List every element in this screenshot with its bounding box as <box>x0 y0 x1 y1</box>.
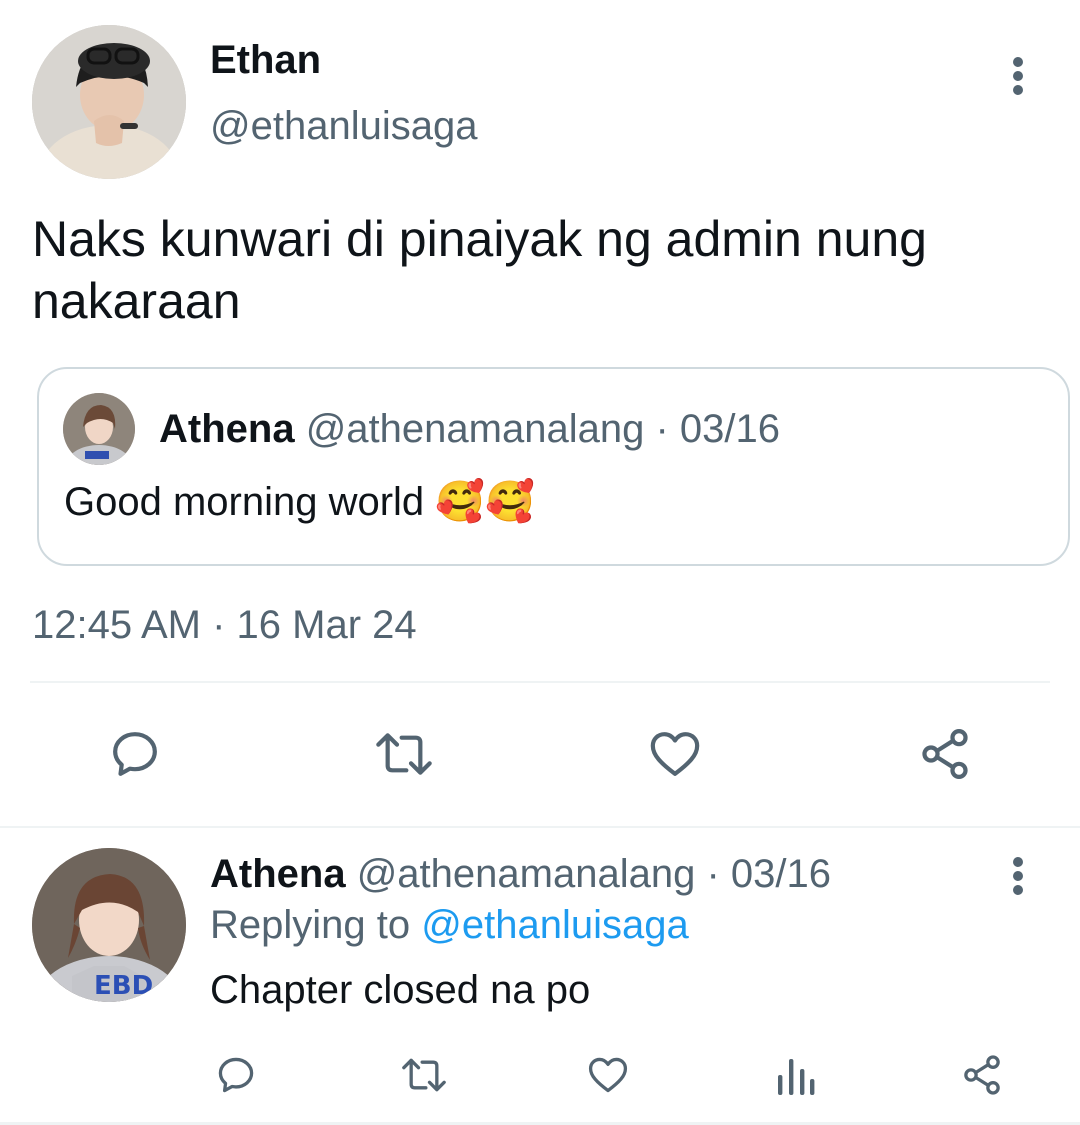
quoted-date: · 03/16 <box>655 407 780 451</box>
divider <box>0 826 1080 828</box>
author-avatar[interactable] <box>32 25 186 179</box>
analytics-icon <box>778 1059 815 1095</box>
reply-icon <box>113 732 157 776</box>
share-button[interactable] <box>912 724 978 784</box>
like-icon <box>650 732 700 776</box>
reply-author-handle[interactable]: @athenamanalang <box>357 852 696 896</box>
reply-date: · 03/16 <box>706 852 831 896</box>
retweet-icon <box>402 1058 446 1092</box>
share-icon <box>964 1055 1000 1095</box>
quoted-author-name: Athena <box>159 407 295 451</box>
reply-icon <box>218 1057 254 1093</box>
reply-more-options-button[interactable] <box>996 852 1040 900</box>
reply-button[interactable] <box>100 724 170 784</box>
author-name[interactable]: Ethan <box>210 38 321 83</box>
share-icon <box>922 729 968 779</box>
reply-share-button[interactable] <box>956 1050 1008 1100</box>
quoted-author-handle: @athenamanalang <box>305 407 645 451</box>
reply-author-avatar[interactable]: EBD <box>32 848 186 1002</box>
quoted-tweet-card[interactable] <box>37 367 1070 566</box>
quoted-avatar <box>63 393 135 465</box>
retweet-button[interactable] <box>368 724 440 784</box>
tweet-timestamp: 12:45 AM · 16 Mar 24 <box>32 603 417 647</box>
like-button[interactable] <box>642 724 708 784</box>
replying-to-line: Replying to @ethanluisaga <box>210 903 689 948</box>
reply-text: Chapter closed na po <box>210 968 591 1012</box>
more-options-button[interactable] <box>996 52 1040 100</box>
replying-to-link[interactable]: @ethanluisaga <box>421 903 688 947</box>
avatar-photo-athena-small <box>63 393 135 465</box>
avatar-photo-athena: EBD <box>32 848 186 1002</box>
reply-reply-button[interactable] <box>210 1050 262 1100</box>
reply-analytics-button[interactable] <box>772 1050 820 1100</box>
more-vertical-icon <box>1013 857 1023 895</box>
tweet-text: Naks kunwari di pinaiyak ng admin nung n… <box>32 211 927 329</box>
retweet-icon <box>376 733 432 775</box>
avatar-photo-ethan <box>32 25 186 179</box>
divider <box>30 681 1050 683</box>
quoted-header: Athena @athenamanalang · 03/16 <box>159 407 780 452</box>
more-vertical-icon <box>1013 57 1023 95</box>
reply-like-button[interactable] <box>582 1050 634 1100</box>
reply-header: Athena @athenamanalang · 03/16 <box>210 852 831 897</box>
svg-text:EBD: EBD <box>94 971 153 1001</box>
like-icon <box>588 1057 628 1093</box>
author-handle[interactable]: @ethanluisaga <box>210 104 477 149</box>
reply-retweet-button[interactable] <box>396 1050 452 1100</box>
reply-author-name[interactable]: Athena <box>210 852 346 896</box>
quoted-text: Good morning world 🥰🥰 <box>64 480 535 524</box>
replying-to-label: Replying to <box>210 903 411 947</box>
